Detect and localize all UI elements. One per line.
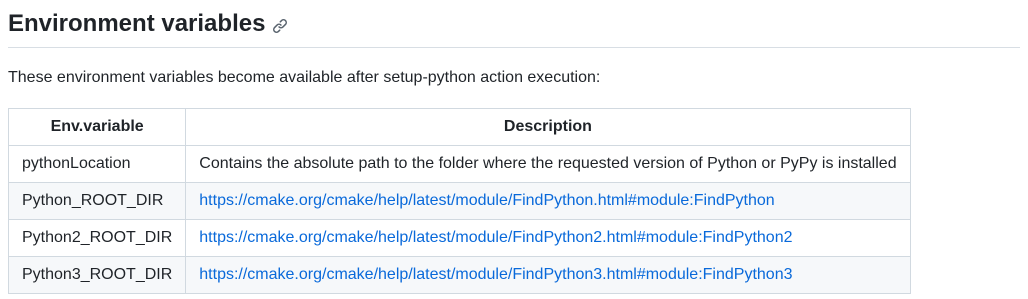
header-description: Description — [185, 108, 911, 146]
intro-paragraph: These environment variables become avail… — [8, 69, 601, 86]
findpython3-link[interactable]: https://cmake.org/cmake/help/latest/modu… — [199, 266, 792, 283]
table-row: Python_ROOT_DIR https://cmake.org/cmake/… — [7, 182, 911, 220]
readme-section: Environment variables These environment … — [0, 0, 1028, 294]
link-icon[interactable] — [271, 17, 289, 35]
env-name-cell: Python_ROOT_DIR — [7, 182, 187, 220]
env-variables-table: Env.variable Description pythonLocation … — [7, 108, 911, 294]
env-name-cell: Python2_ROOT_DIR — [7, 219, 187, 257]
description-cell: Contains the absolute path to the folder… — [185, 145, 911, 183]
table-row: Python2_ROOT_DIR https://cmake.org/cmake… — [7, 219, 911, 257]
findpython2-link[interactable]: https://cmake.org/cmake/help/latest/modu… — [199, 229, 792, 246]
description-cell: https://cmake.org/cmake/help/latest/modu… — [185, 256, 911, 294]
header-env-variable: Env.variable — [7, 108, 187, 146]
table-header-row: Env.variable Description — [7, 108, 911, 146]
description-cell: https://cmake.org/cmake/help/latest/modu… — [185, 182, 911, 220]
description-cell: https://cmake.org/cmake/help/latest/modu… — [185, 219, 911, 257]
env-name-cell: pythonLocation — [7, 145, 187, 183]
table-row: pythonLocation Contains the absolute pat… — [7, 145, 911, 183]
findpython-link[interactable]: https://cmake.org/cmake/help/latest/modu… — [199, 192, 774, 209]
page-title: Environment variables — [8, 9, 266, 37]
env-name-cell: Python3_ROOT_DIR — [7, 256, 187, 294]
section-heading: Environment variables — [8, 0, 1020, 48]
table-row: Python3_ROOT_DIR https://cmake.org/cmake… — [7, 256, 911, 294]
